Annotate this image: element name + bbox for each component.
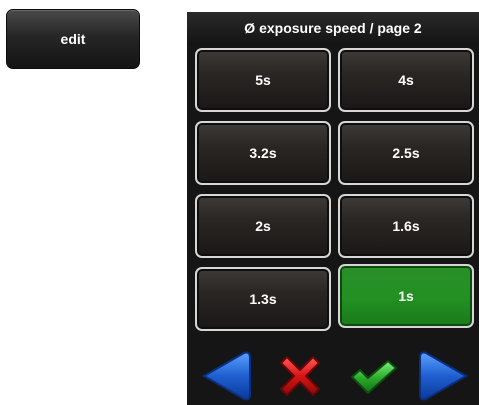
exposure-speed-panel: Ø exposure speed / page 2 5s 4s 3.2s 2.5… — [187, 12, 479, 405]
option-button-4s[interactable]: 4s — [338, 48, 474, 112]
next-page-button[interactable] — [413, 346, 473, 405]
option-button-1-6s[interactable]: 1.6s — [338, 194, 474, 258]
option-button-1-3s[interactable]: 1.3s — [195, 267, 331, 331]
option-label: 1s — [398, 288, 414, 304]
edit-button-label: edit — [60, 31, 86, 47]
option-label: 2s — [255, 218, 271, 234]
checkmark-icon — [351, 359, 397, 394]
option-button-2s[interactable]: 2s — [195, 194, 331, 258]
option-label: 1.6s — [392, 218, 420, 234]
confirm-button[interactable] — [343, 346, 403, 405]
left-arrow-icon — [201, 351, 251, 400]
panel-title: Ø exposure speed / page 2 — [187, 12, 479, 44]
option-label: 5s — [255, 72, 271, 88]
option-button-5s[interactable]: 5s — [195, 48, 331, 112]
right-arrow-icon — [419, 351, 469, 400]
option-label: 1.3s — [249, 291, 277, 307]
option-button-3-2s[interactable]: 3.2s — [195, 121, 331, 185]
option-label: 4s — [398, 72, 414, 88]
option-button-1s-selected[interactable]: 1s — [338, 264, 474, 328]
option-label: 2.5s — [392, 145, 420, 161]
navigation-bar — [187, 346, 479, 405]
option-button-2-5s[interactable]: 2.5s — [338, 121, 474, 185]
option-label: 3.2s — [249, 145, 277, 161]
cancel-button[interactable] — [270, 346, 330, 405]
red-x-icon — [280, 355, 320, 396]
edit-button[interactable]: edit — [6, 9, 140, 69]
previous-page-button[interactable] — [197, 346, 257, 405]
